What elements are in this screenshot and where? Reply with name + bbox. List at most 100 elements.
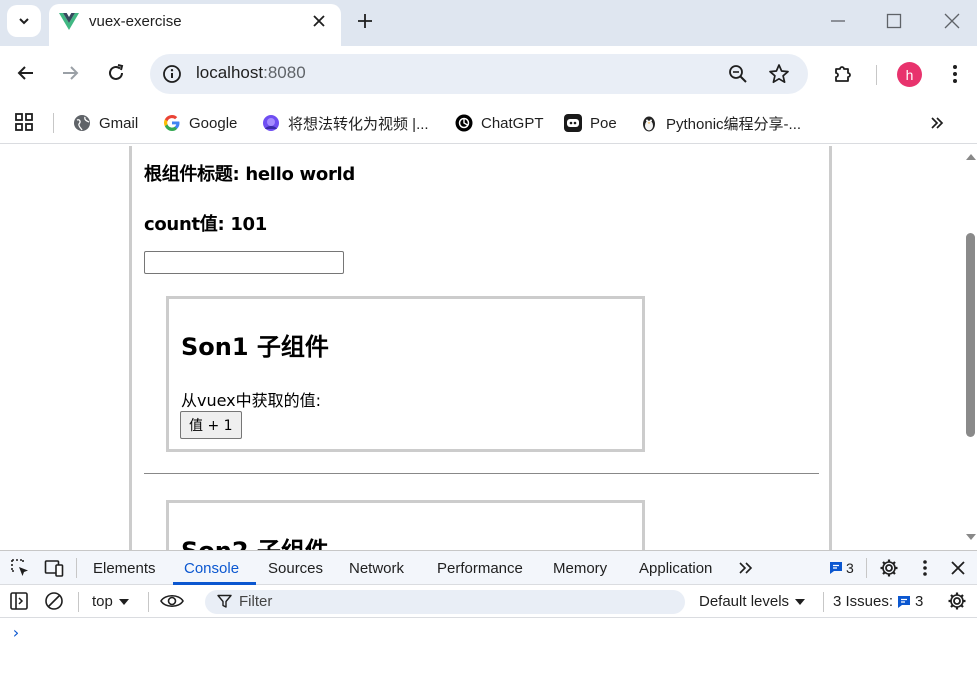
caret-down-icon [795, 598, 806, 605]
chevron-down-icon [19, 18, 29, 25]
issues-counter[interactable]: 3 [829, 560, 854, 576]
kebab-menu-icon[interactable] [915, 558, 935, 578]
console-prompt[interactable]: › [11, 623, 21, 642]
bookmark-label: ChatGPT [481, 114, 544, 132]
tab-performance[interactable]: Performance [437, 560, 523, 577]
tab-elements[interactable]: Elements [93, 560, 156, 577]
bookmark-poe[interactable]: Poe [564, 111, 617, 135]
console-filter-input[interactable]: Filter [205, 590, 685, 614]
bookmark-star-icon[interactable] [768, 63, 790, 85]
vue-logo-icon [59, 13, 79, 30]
increment-button[interactable]: 值 + 1 [180, 411, 242, 439]
context-selector[interactable]: top [92, 593, 129, 610]
chatgpt-icon [455, 114, 473, 132]
back-arrow-icon[interactable] [15, 62, 37, 84]
google-g-icon [164, 115, 180, 131]
tab-application[interactable]: Application [639, 560, 712, 577]
extensions-puzzle-icon[interactable] [832, 63, 854, 85]
context-value: top [92, 593, 113, 610]
devtools-separator [76, 558, 77, 578]
root-component: 根组件标题: hello world count值: 101 Son1 子组件 … [129, 146, 832, 550]
close-devtools-icon[interactable] [948, 558, 968, 578]
reload-icon[interactable] [105, 62, 127, 84]
scroll-up-arrow-icon[interactable] [966, 154, 976, 160]
count-display: count值: 101 [144, 214, 268, 235]
son2-title: Son2 子组件 [181, 531, 329, 550]
bookmarks-separator [53, 113, 54, 133]
browser-tab-active[interactable]: vuex-exercise [49, 4, 341, 46]
window-close-icon[interactable] [943, 12, 961, 30]
ai-avatar-icon [263, 115, 279, 131]
devtools-tabbar: Elements Console Sources Network Perform… [0, 551, 977, 585]
devtools-separator [148, 592, 149, 612]
issues-count: 3 [846, 560, 854, 576]
tab-sources[interactable]: Sources [268, 560, 323, 577]
site-info-icon[interactable] [162, 64, 182, 84]
browser-toolbar: localhost:8080 h [0, 46, 977, 102]
double-chevron-right-icon[interactable] [928, 114, 946, 132]
divider-line [144, 473, 819, 474]
tab-memory[interactable]: Memory [553, 560, 607, 577]
bookmark-google[interactable]: Google [163, 111, 237, 135]
filter-placeholder: Filter [239, 593, 273, 610]
bookmark-pythonic[interactable]: Pythonic编程分享-... [640, 111, 801, 135]
count-input[interactable] [144, 251, 344, 274]
console-settings-gear-icon[interactable] [947, 591, 967, 611]
tab-network[interactable]: Network [349, 560, 404, 577]
bookmark-chatgpt[interactable]: ChatGPT [455, 111, 544, 135]
devtools-separator [78, 592, 79, 612]
toolbar-divider [876, 65, 877, 85]
new-tab-plus-icon[interactable] [356, 12, 374, 30]
tab-search-button[interactable] [7, 5, 41, 37]
url-port: :8080 [263, 63, 306, 82]
devtools-separator [823, 592, 824, 612]
penguin-icon [643, 116, 655, 132]
profile-avatar[interactable]: h [897, 62, 922, 87]
bookmark-label: Gmail [99, 114, 139, 132]
scrollbar-thumb[interactable] [966, 233, 975, 437]
minimize-icon[interactable] [829, 12, 847, 30]
scroll-down-arrow-icon[interactable] [966, 534, 976, 540]
son2-component: Son2 子组件 [166, 500, 645, 550]
avatar-initial: h [905, 66, 914, 83]
issues-link[interactable]: 3 Issues: 3 [833, 593, 923, 610]
url-text[interactable]: localhost:8080 [196, 63, 306, 83]
inspect-element-icon[interactable] [10, 558, 30, 578]
caret-down-icon [118, 598, 129, 605]
zoom-icon[interactable] [728, 64, 748, 84]
apps-grid-icon[interactable] [14, 112, 34, 132]
tab-console[interactable]: Console [184, 560, 239, 577]
sidebar-toggle-icon[interactable] [9, 591, 29, 611]
kebab-menu-icon[interactable] [945, 64, 965, 84]
bookmark-label: 将想法转化为视频 |... [288, 115, 429, 133]
forward-arrow-icon[interactable] [59, 62, 81, 84]
bookmark-gmail[interactable]: Gmail [73, 111, 138, 135]
log-levels-dropdown[interactable]: Default levels [699, 593, 806, 610]
bookmark-label: Poe [590, 114, 617, 132]
more-tabs-chevron-icon[interactable] [737, 559, 755, 577]
levels-value: Default levels [699, 593, 790, 610]
globe-icon [74, 115, 90, 131]
console-toolbar: top Filter Default levels 3 Issues: 3 [0, 585, 977, 618]
filter-funnel-icon [217, 594, 232, 608]
address-bar[interactable]: localhost:8080 [150, 54, 808, 94]
son1-component: Son1 子组件 从vuex中获取的值: 值 + 1 [166, 296, 645, 452]
son1-title: Son1 子组件 [181, 333, 329, 361]
gear-icon[interactable] [879, 558, 899, 578]
device-toolbar-icon[interactable] [44, 558, 64, 578]
issues-label: 3 Issues: [833, 593, 894, 610]
poe-icon [564, 114, 582, 132]
root-title: 根组件标题: hello world [144, 164, 355, 185]
devtools-panel: Elements Console Sources Network Perform… [0, 550, 977, 695]
close-icon[interactable] [311, 13, 327, 29]
maximize-icon[interactable] [885, 12, 903, 30]
devtools-separator [866, 558, 867, 578]
message-icon [830, 562, 842, 574]
son1-value-label: 从vuex中获取的值: [181, 391, 322, 410]
clear-console-icon[interactable] [44, 591, 64, 611]
message-icon [898, 595, 911, 608]
page-scrollbar[interactable] [962, 146, 977, 550]
eye-icon[interactable] [160, 591, 184, 611]
bookmark-video-ai[interactable]: 将想法转化为视频 |... [262, 111, 429, 135]
issues-badge-count: 3 [915, 593, 924, 610]
